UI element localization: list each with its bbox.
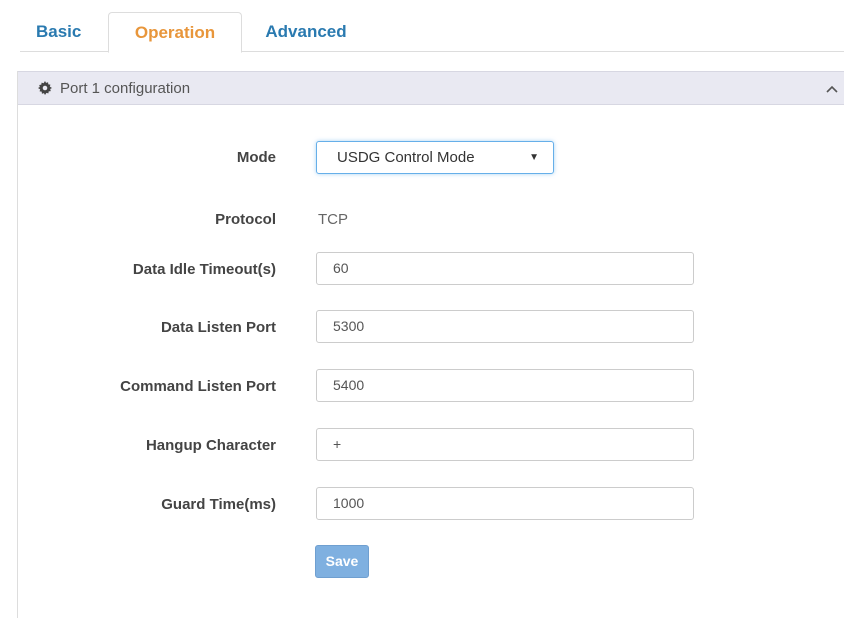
guard-time-label: Guard Time(ms)	[161, 496, 276, 513]
data-listen-port-label: Data Listen Port	[160, 319, 276, 336]
save-button[interactable]: Save	[315, 545, 369, 578]
protocol-label: Protocol	[215, 211, 276, 228]
tab-bar: Basic Operation Advanced	[20, 12, 844, 53]
tab-operation[interactable]: Operation	[108, 12, 242, 53]
data-idle-timeout-input[interactable]: 60	[316, 252, 694, 285]
data-listen-port-input[interactable]: 5300	[316, 310, 694, 343]
hangup-character-label: Hangup Character	[145, 437, 276, 454]
gear-icon	[38, 81, 52, 95]
tab-advanced[interactable]: Advanced	[244, 12, 368, 53]
chevron-up-icon[interactable]	[825, 82, 839, 96]
data-idle-timeout-label: Data Idle Timeout(s)	[132, 261, 276, 278]
mode-select[interactable]: USDG Control Mode ▼	[316, 141, 554, 174]
hangup-character-input[interactable]: +	[316, 428, 694, 461]
panel-heading[interactable]: Port 1 configuration	[18, 71, 844, 105]
mode-label: Mode	[236, 149, 276, 166]
command-listen-port-input[interactable]: 5400	[316, 369, 694, 402]
tab-basic[interactable]: Basic	[20, 12, 106, 53]
panel-title: Port 1 configuration	[60, 80, 191, 97]
dropdown-caret-icon: ▼	[529, 152, 539, 163]
port-configuration-panel: Port 1 configuration Mode USDG Control M…	[17, 71, 844, 618]
mode-select-value: USDG Control Mode	[337, 149, 475, 166]
guard-time-input[interactable]: 1000	[316, 487, 694, 520]
command-listen-port-label: Command Listen Port	[120, 378, 276, 395]
protocol-value: TCP	[318, 211, 348, 228]
